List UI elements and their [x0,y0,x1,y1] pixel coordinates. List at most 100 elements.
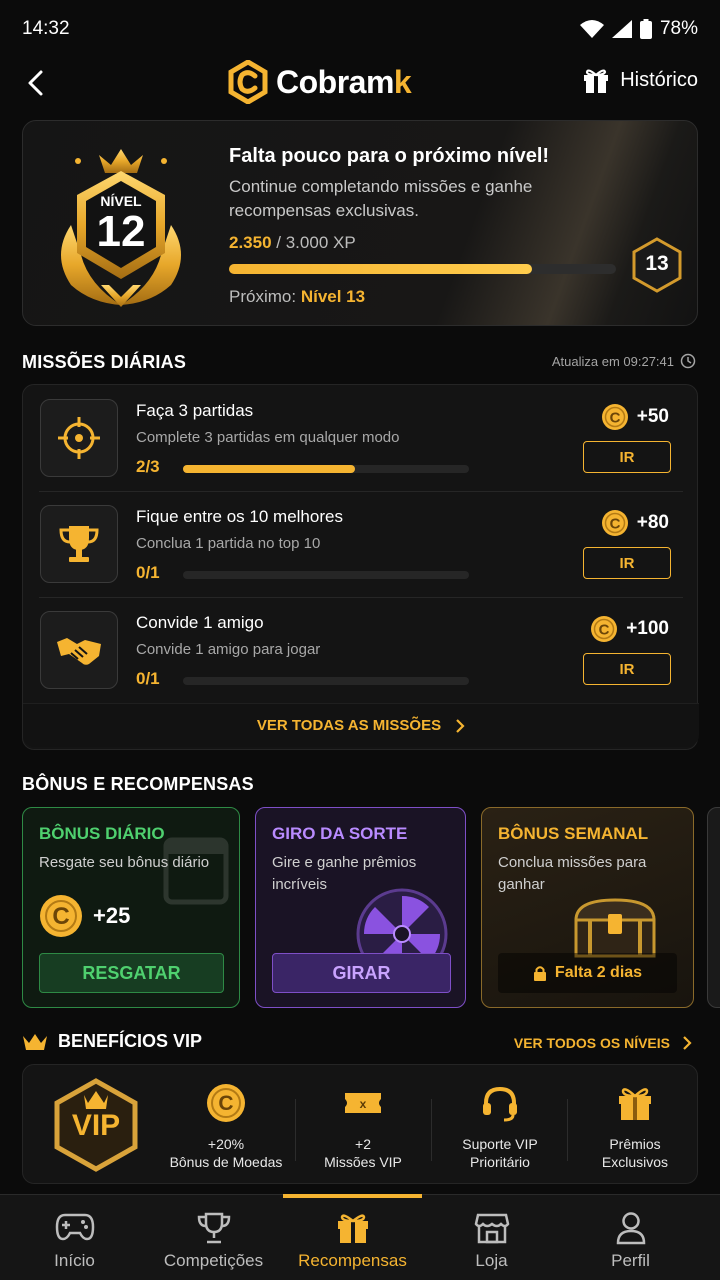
xp-total: / 3.000 XP [276,233,356,252]
mission-progress-text: 2/3 [136,457,160,476]
user-icon [616,1212,645,1245]
history-button[interactable]: Histórico [582,66,698,94]
mission-description: Complete 3 partidas em qualquer modo [136,429,400,446]
battery-percent: 78% [659,18,698,39]
daily-bonus-title: BÔNUS DIÁRIO [39,824,165,843]
mission-progress-text: 0/1 [136,669,160,688]
logo-text-accent: k [393,63,412,100]
lucky-spin-card: GIRO DA SORTE Gire e ganhe prêmios incrív… [255,807,466,1008]
missions-title: MISSÕES DIÁRIAS [22,352,187,372]
logo-icon [228,60,268,104]
chevron-right-icon [456,718,465,733]
nav-icon-wrap [5,1211,144,1243]
headset-icon [483,1086,517,1122]
mission-icon-box [40,505,118,583]
level-description: Continue completando missões e ganhe rec… [229,177,533,220]
bonus-title: BÔNUS E RECOMPENSAS [22,774,254,794]
svg-text:C: C [609,410,620,427]
see-all-missions-label: VER TODAS AS MISSÕES [256,717,442,734]
nav-item-store[interactable]: Loja [422,1195,561,1280]
weekly-bonus-card: BÔNUS SEMANAL Conclua missões para ganhar… [481,807,694,1008]
mission-icon-box [40,611,118,689]
refresh-text: Atualiza em 09:27:41 [551,353,674,369]
nav-item-profile[interactable]: Perfil [561,1195,700,1280]
logo-text-main: Cobram [276,63,394,100]
next-level-value: Nível 13 [300,287,366,306]
see-all-missions-button[interactable]: VER TODAS AS MISSÕES [23,703,699,747]
clock-icon [680,353,696,369]
app-logo: Cobramk [228,60,412,104]
status-time: 14:32 [22,18,70,39]
xp-progress-fill [229,264,533,274]
svg-text:x: x [360,1097,367,1111]
daily-bonus-card: BÔNUS DIÁRIO Resgate seu bônus diário C … [22,807,240,1008]
next-bonus-card-peek[interactable] [707,807,720,1008]
level-badge: NÍVEL 12 [41,135,201,315]
weekly-bonus-title: BÔNUS SEMANAL [498,824,649,843]
nav-item-competitions[interactable]: Competições [144,1195,283,1280]
coin-icon: C [591,616,618,642]
mission-reward-amount: +50 [636,406,669,427]
wifi-icon [579,20,604,38]
vip-perk-line2: Prioritário [470,1154,530,1170]
see-all-levels-button[interactable]: VER TODOS OS NÍVEIS [514,1035,692,1051]
mission-reward-amount: +100 [626,618,669,639]
spin-button[interactable]: GIRAR [272,953,451,993]
nav-icon-wrap [561,1211,700,1245]
nav-label: Perfil [611,1251,650,1270]
vip-benefits-card: VIP C +20% Bônus de Moedas x +2 Missões … [22,1064,698,1184]
coin-icon: C [207,1084,245,1122]
mission-go-button[interactable]: IR [583,441,671,473]
signal-icon [611,20,632,38]
nav-item-rewards[interactable]: Recompensas [283,1194,422,1280]
mission-go-button[interactable]: IR [583,547,671,579]
lock-icon [533,966,546,981]
mission-progress-bar [183,465,469,473]
claim-button[interactable]: RESGATAR [39,953,224,993]
mission-progress-bar [183,677,469,685]
vip-perk-line2: Bônus de Moedas [169,1154,283,1170]
next-level-prefix: Próximo: [229,287,297,306]
gift-icon [337,1214,368,1243]
mission-description: Conclua 1 partida no top 10 [136,535,321,552]
gift-icon [584,69,609,93]
daily-bonus-reward: C +25 [39,894,130,938]
logo-text: Cobramk [276,63,412,101]
bottom-navigation: Início Competições Recompensas Loja Perf… [0,1194,720,1280]
gift-icon [619,1088,651,1120]
vip-perk: Suporte VIP Prioritário [433,1081,567,1171]
handshake-icon [57,638,101,665]
nav-icon-wrap [144,1211,283,1245]
vip-perk-line1: Prêmios [609,1136,661,1152]
vip-perk: x +2 Missões VIP [296,1081,430,1171]
vip-title: BENEFÍCIOS VIP [58,1031,203,1051]
mission-item: Faça 3 partidas Complete 3 partidas em q… [23,385,699,491]
nav-item-home[interactable]: Início [5,1195,144,1280]
missions-refresh: Atualiza em 09:27:41 [552,353,696,369]
back-button[interactable] [22,68,52,98]
xp-progress-bar [229,264,616,274]
vip-header: BENEFÍCIOS VIP [22,1031,202,1052]
missions-list: Faça 3 partidas Complete 3 partidas em q… [22,384,699,750]
battery-icon [639,19,652,39]
mission-reward: C +80 [601,509,669,537]
level-badge-number: 12 [96,207,146,256]
trophy-icon [59,526,99,562]
vip-perk: C +20% Bônus de Moedas [159,1081,293,1171]
coin-icon: C [601,404,628,430]
next-level-text: Próximo: Nível 13 [229,287,365,307]
vip-badge: VIP [53,1077,139,1173]
mission-progress-bar [183,571,469,579]
vip-perk-icon [433,1081,567,1125]
chevron-left-icon [28,70,43,96]
mission-go-button[interactable]: IR [583,653,671,685]
next-level-number: 13 [645,252,669,275]
mission-reward: C +50 [601,403,669,431]
xp-text: 2.350 / 3.000 XP [229,233,356,253]
mission-title: Fique entre os 10 melhores [136,507,343,526]
mission-item: Convide 1 amigo Convide 1 amigo para jog… [23,597,699,703]
spin-description-line1: Gire e ganhe prêmios [272,854,417,871]
divider [431,1099,432,1161]
history-label: Histórico [620,68,698,91]
mission-description: Convide 1 amigo para jogar [136,641,321,658]
